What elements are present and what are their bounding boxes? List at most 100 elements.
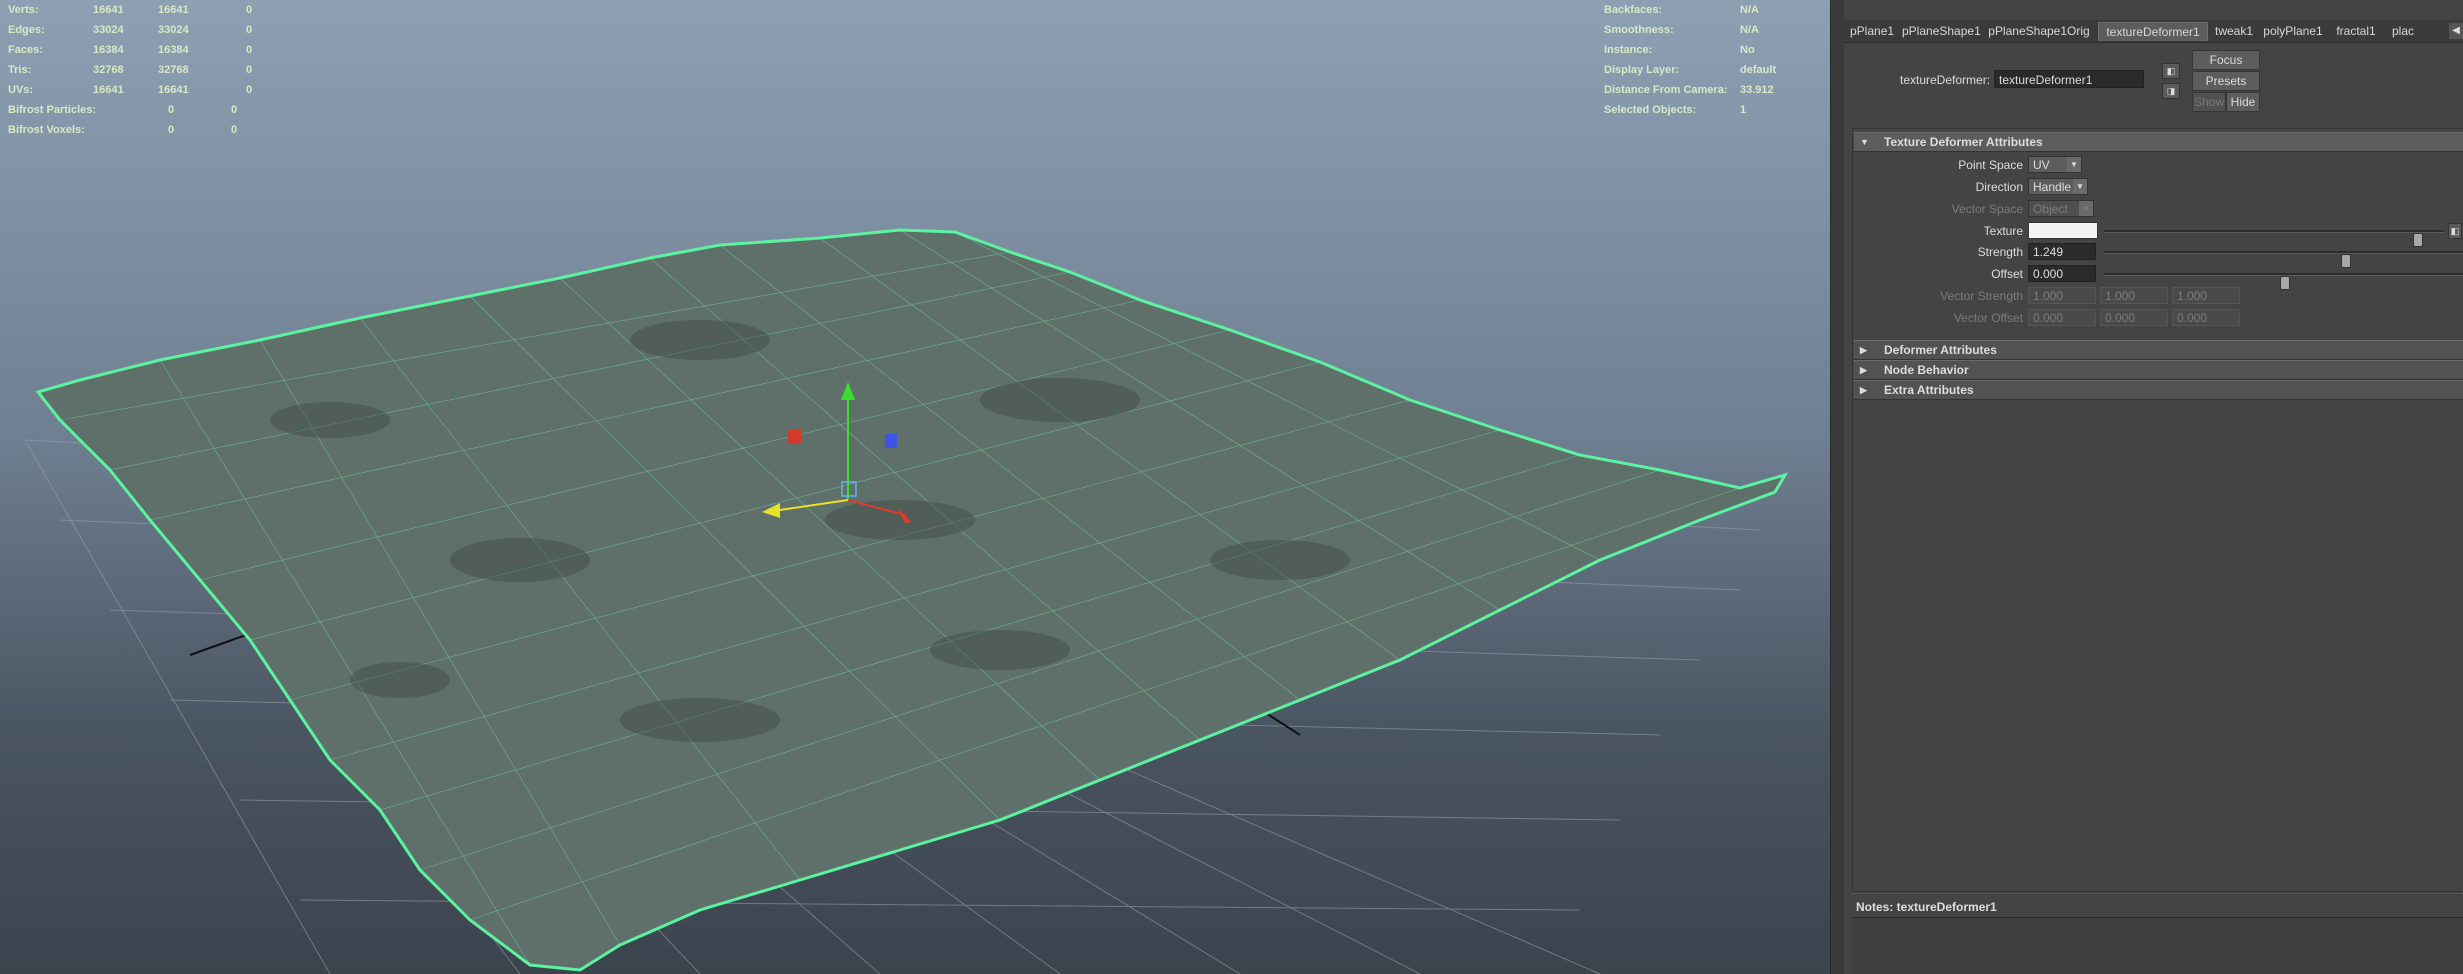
node-header: textureDeformer: textureDeformer1 ◧ ◨ Fo…	[1844, 50, 2463, 115]
hud-value: 0	[246, 84, 253, 96]
attr-vector-space: Vector Space Object ▼	[1854, 199, 2463, 219]
vector-strength-z-field[interactable]: 1.000	[2172, 287, 2240, 304]
vector-strength-y-field[interactable]: 1.000	[2100, 287, 2168, 304]
hud-value: 0	[246, 44, 253, 56]
notes-textarea[interactable]	[1852, 917, 2463, 974]
section-title: Deformer Attributes	[1884, 343, 1997, 357]
hud-label: Smoothness:	[1604, 24, 1674, 36]
direction-dropdown[interactable]: Handle ▼	[2028, 178, 2088, 195]
vector-space-dropdown[interactable]: Object ▼	[2028, 200, 2094, 217]
attr-label: Strength	[1977, 245, 2023, 259]
section-extra-attributes[interactable]: ▶ Extra Attributes	[1854, 380, 2463, 400]
notes-label: Notes: textureDeformer1	[1856, 900, 1997, 914]
dropdown-value: UV	[2033, 158, 2050, 172]
attr-offset: Offset 0.000	[1854, 264, 2463, 290]
expand-arrow-icon: ▼	[1860, 137, 1869, 147]
hud-value: 0	[168, 104, 175, 116]
attr-point-space: Point Space UV ▼	[1854, 155, 2463, 175]
deformed-plane-mesh[interactable]	[35, 228, 1789, 972]
vector-strength-x-field[interactable]: 1.000	[2028, 287, 2096, 304]
hud-label: Display Layer:	[1604, 64, 1680, 76]
tab-place2dtexture[interactable]: plac	[2388, 22, 2418, 40]
attr-label: Offset	[1991, 267, 2023, 281]
show-button[interactable]: Show	[2192, 92, 2226, 112]
hud-value: N/A	[1740, 24, 1759, 36]
hud-value: default	[1740, 64, 1777, 76]
vector-offset-y-field[interactable]: 0.000	[2100, 309, 2168, 326]
hide-button[interactable]: Hide	[2226, 92, 2260, 112]
section-title: Extra Attributes	[1884, 383, 1974, 397]
hud-value: N/A	[1740, 4, 1759, 16]
tab-pplane1[interactable]: pPlane1	[1850, 22, 1894, 40]
hud-value: 16641	[93, 4, 124, 16]
notes-splitter[interactable]	[1852, 893, 2463, 898]
section-texture-deformer-attributes[interactable]: ▼ Texture Deformer Attributes	[1854, 132, 2463, 152]
section-node-behavior[interactable]: ▶ Node Behavior	[1854, 360, 2463, 380]
attr-direction: Direction Handle ▼	[1854, 177, 2463, 197]
hud-value: 32768	[93, 64, 124, 76]
offset-field[interactable]: 0.000	[2028, 265, 2096, 282]
node-name-field[interactable]: textureDeformer1	[1994, 70, 2144, 88]
attr-label: Point Space	[1958, 158, 2023, 172]
viewport-scene[interactable]	[0, 0, 1830, 974]
tab-scroll-left-icon[interactable]: ◀	[2449, 23, 2463, 39]
hud-label: Bifrost Particles:	[8, 104, 97, 116]
hud-value: 16641	[158, 4, 189, 16]
hud-value: 33024	[158, 24, 189, 36]
strength-slider[interactable]	[2104, 251, 2463, 268]
texture-color-swatch[interactable]	[2028, 222, 2098, 239]
attribute-editor: pPlane1 pPlaneShape1 pPlaneShape1Orig te…	[1844, 0, 2463, 974]
hud-value: 0	[246, 24, 253, 36]
hud-label: Distance From Camera:	[1604, 84, 1728, 96]
tab-texturedeformer1[interactable]: textureDeformer1	[2098, 22, 2208, 41]
attr-label: Vector Offset	[1953, 311, 2023, 325]
dropdown-value: Object	[2033, 202, 2068, 216]
collapse-arrow-icon: ▶	[1860, 385, 1867, 395]
chevron-down-icon: ▼	[2067, 157, 2081, 172]
hud-value: 0	[231, 104, 238, 116]
offset-slider[interactable]	[2104, 273, 2463, 290]
node-tab-bar: pPlane1 pPlaneShape1 pPlaneShape1Orig te…	[1844, 20, 2463, 43]
hud-value: 16641	[93, 84, 124, 96]
texture-map-icon[interactable]: ◧	[2448, 223, 2462, 239]
tab-polyplane1[interactable]: polyPlane1	[2262, 22, 2324, 40]
hud-value: 32768	[158, 64, 189, 76]
hud-label: Faces:	[8, 44, 43, 56]
chevron-down-icon: ▼	[2079, 201, 2093, 216]
select-input-icon[interactable]: ◧	[2162, 63, 2180, 79]
hud-value: 1	[1740, 104, 1747, 116]
collapse-arrow-icon: ▶	[1860, 365, 1867, 375]
hud-label: Backfaces:	[1604, 4, 1663, 16]
hud-value: 0	[246, 64, 253, 76]
point-space-dropdown[interactable]: UV ▼	[2028, 156, 2082, 173]
vector-offset-x-field[interactable]: 0.000	[2028, 309, 2096, 326]
hud-label: Selected Objects:	[1604, 104, 1697, 116]
texture-slider[interactable]	[2104, 230, 2444, 247]
tab-pplaneshape1orig[interactable]: pPlaneShape1Orig	[1988, 22, 2090, 40]
hud-value: 16641	[158, 84, 189, 96]
section-title: Node Behavior	[1884, 363, 1969, 377]
3d-viewport[interactable]: Verts: 16641 16641 0 Edges: 33024 33024 …	[0, 0, 1830, 974]
focus-button[interactable]: Focus	[2192, 50, 2260, 70]
tab-tweak1[interactable]: tweak1	[2212, 22, 2256, 40]
hud-value: 33.912	[1740, 84, 1774, 96]
collapse-arrow-icon: ▶	[1860, 345, 1867, 355]
hud-value: 16384	[93, 44, 124, 56]
hud-value: 33024	[93, 24, 124, 36]
attr-texture: Texture ◧	[1854, 221, 2463, 247]
vector-offset-z-field[interactable]: 0.000	[2172, 309, 2240, 326]
section-deformer-attributes[interactable]: ▶ Deformer Attributes	[1854, 340, 2463, 360]
presets-button[interactable]: Presets	[2192, 71, 2260, 91]
hud-label: Bifrost Voxels:	[8, 124, 85, 136]
dropdown-value: Handle	[2033, 180, 2072, 194]
tab-fractal1[interactable]: fractal1	[2330, 22, 2382, 40]
hud-value: 0	[246, 4, 253, 16]
hud-label: Verts:	[8, 4, 39, 16]
chevron-down-icon: ▼	[2073, 179, 2087, 194]
attr-label: Texture	[1983, 224, 2023, 238]
hud-value: No	[1740, 44, 1755, 56]
tab-pplaneshape1[interactable]: pPlaneShape1	[1902, 22, 1981, 40]
strength-field[interactable]: 1.249	[2028, 243, 2096, 260]
select-output-icon[interactable]: ◨	[2162, 83, 2180, 99]
attr-label: Vector Strength	[1940, 289, 2023, 303]
